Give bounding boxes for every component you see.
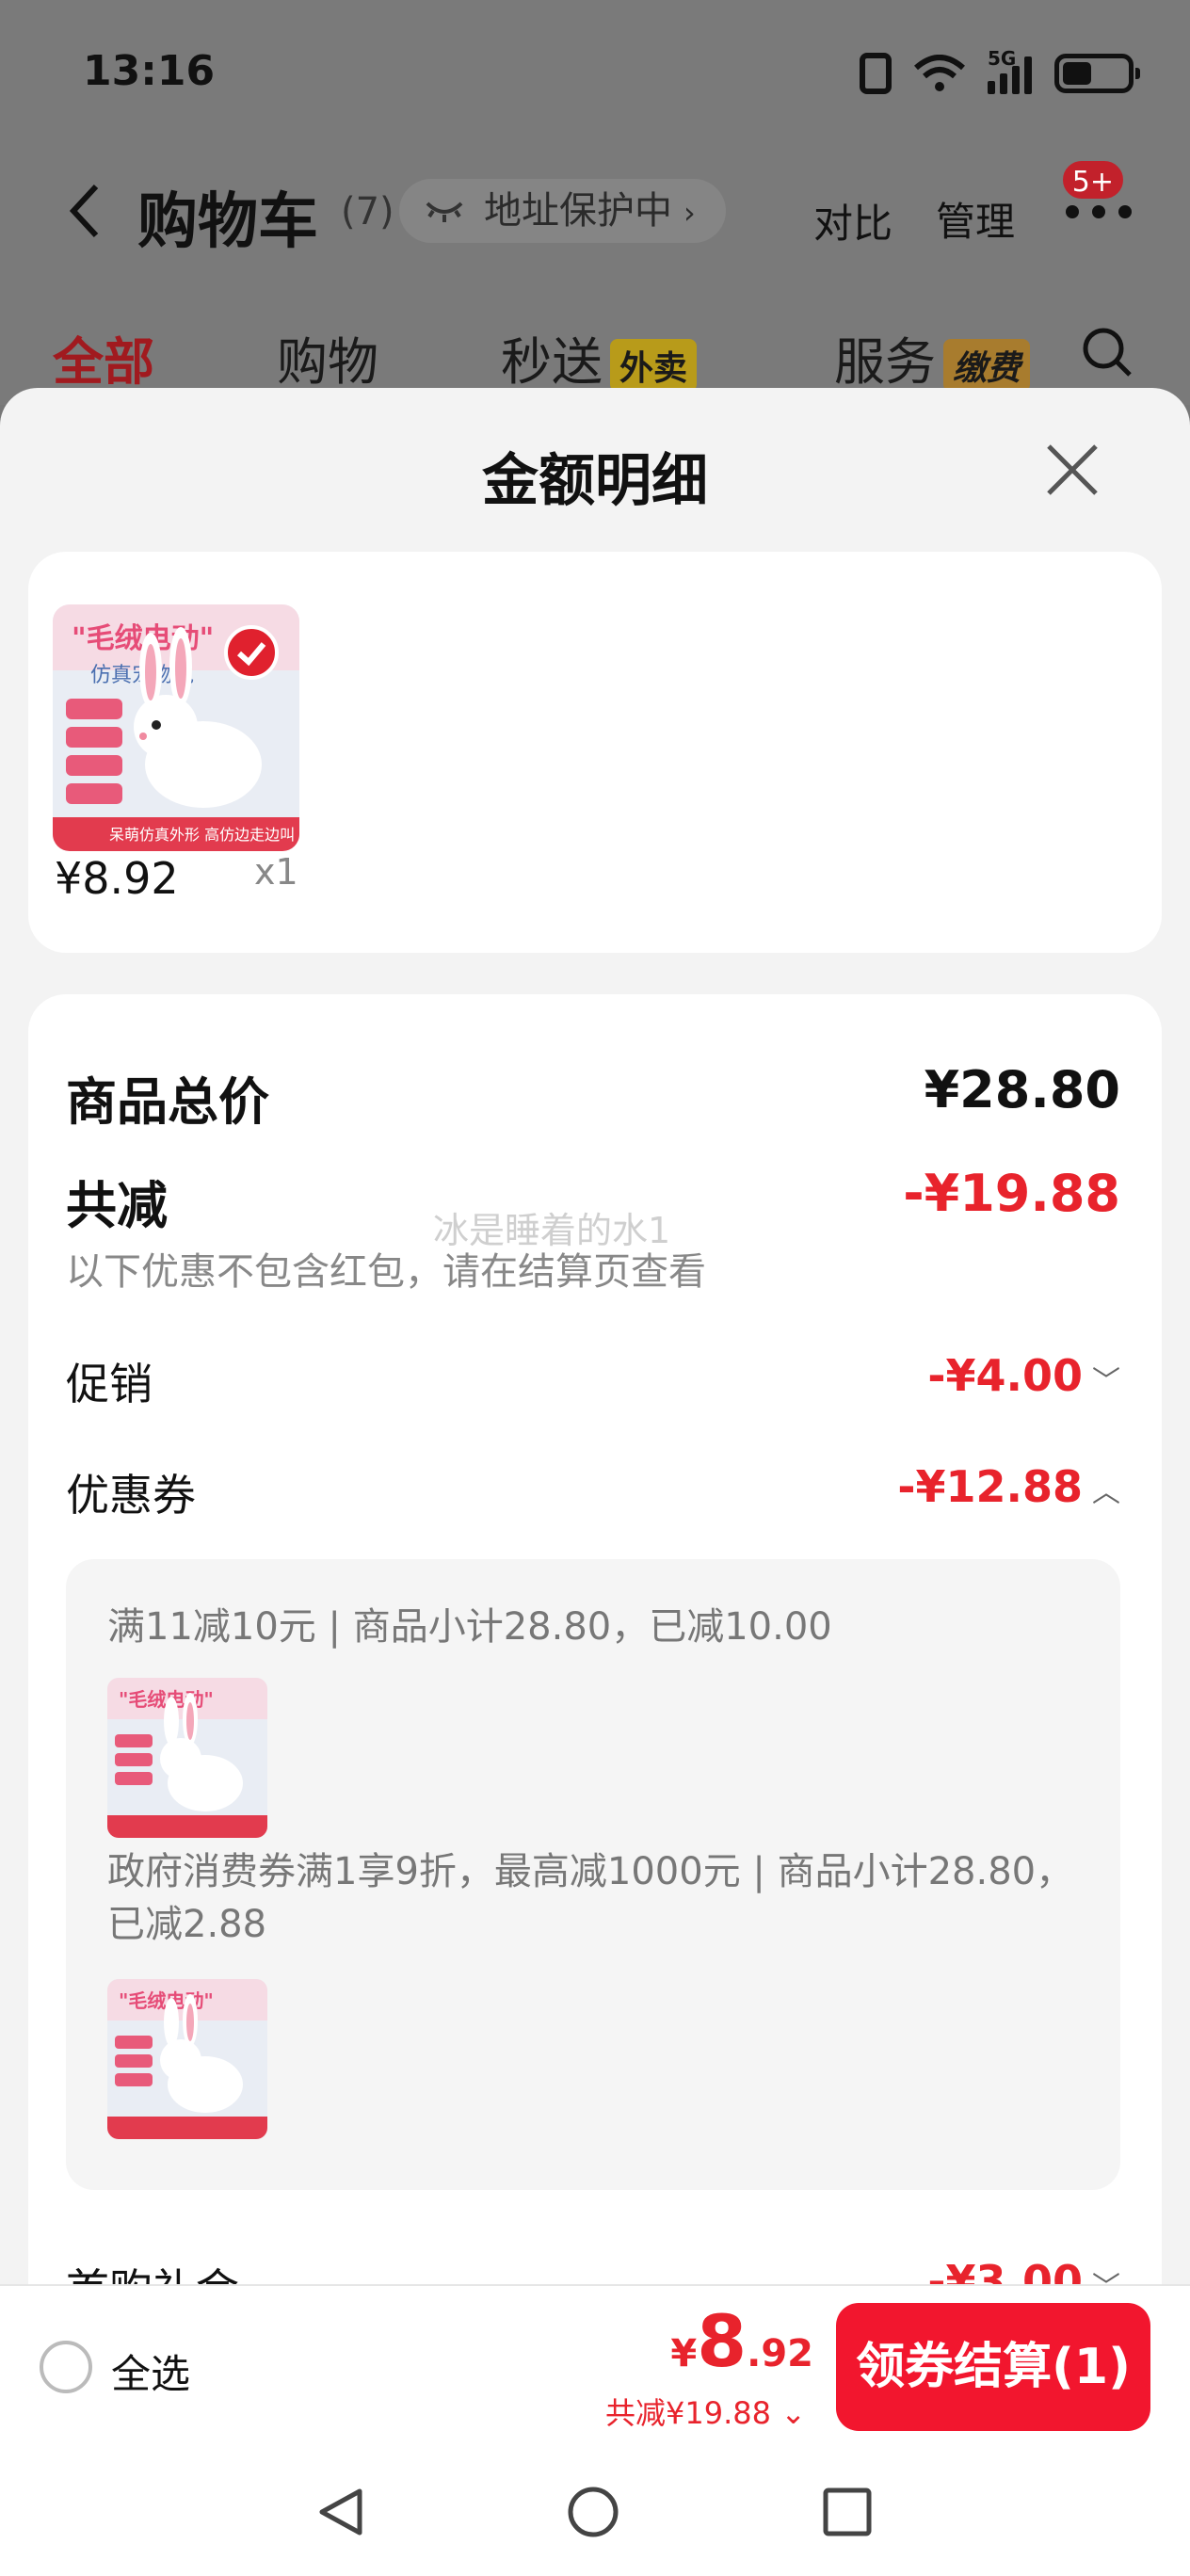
coupon-product-thumbnail: "毛绒电动" xyxy=(107,1678,267,1838)
payment-tag: 缴费 xyxy=(943,339,1031,393)
compare-button[interactable]: 对比 xyxy=(813,192,892,250)
nav-home-icon[interactable] xyxy=(567,2486,619,2538)
nav-back-icon[interactable] xyxy=(314,2486,367,2538)
signal-icon: 5G xyxy=(988,47,1032,94)
coupon-detail-2: 政府消费券满1享9折，最高减1000元 | 商品小计28.80，已减2.88 xyxy=(107,1850,1074,1946)
nav-recents-icon[interactable] xyxy=(821,2486,874,2538)
product-quantity: x1 xyxy=(254,851,298,893)
battery-icon xyxy=(1054,54,1140,93)
promo-row[interactable]: 促销 -¥4.00 ﹀ xyxy=(66,1350,1120,1409)
svg-text:呆萌仿真外形 高仿边走边叫: 呆萌仿真外形 高仿边走边叫 xyxy=(109,826,295,844)
selected-check-icon[interactable] xyxy=(224,625,279,680)
page-title: 购物车 xyxy=(137,187,318,257)
cart-count: (7) xyxy=(341,190,394,233)
total-price-value: ¥28.80 xyxy=(924,1060,1120,1119)
checkout-bar: 全选 ¥8.92 共减¥19.88 ⌄ 领券结算(1) xyxy=(0,2284,1190,2448)
address-protect-button[interactable]: 地址保护中 › xyxy=(399,179,726,243)
coupon-value: -¥12.88 xyxy=(897,1461,1083,1512)
coupon-label: 优惠券 xyxy=(66,1470,196,1521)
cart-tabs: 全部 购物 秒送 外卖 服务 缴费 xyxy=(53,320,1134,395)
total-saved-toggle[interactable]: 共减¥19.88 ⌄ xyxy=(605,2390,806,2433)
promo-value: -¥4.00 xyxy=(927,1350,1083,1401)
select-all-label[interactable]: 全选 xyxy=(111,2343,190,2400)
total-reduce-label: 共减 xyxy=(66,1176,168,1235)
search-icon[interactable] xyxy=(1081,326,1134,378)
status-time: 13:16 xyxy=(83,47,216,95)
promo-label: 促销 xyxy=(66,1359,153,1409)
total-price-label: 商品总价 xyxy=(66,1072,269,1132)
total-reduce-value: -¥19.88 xyxy=(903,1164,1120,1223)
vibrate-icon xyxy=(860,53,892,94)
amount-detail-sheet: 金额明细 "毛绒电动" 仿真宠物兔 呆萌仿真外形 高仿边走边叫 xyxy=(0,388,1190,2459)
chevron-right-icon: › xyxy=(683,195,696,231)
cart-header: 购物车 (7) 地址保护中 › 对比 管理 5+ xyxy=(66,158,1134,257)
tab-services[interactable]: 服务 缴费 xyxy=(834,320,1031,394)
manage-button[interactable]: 管理 xyxy=(936,190,1015,248)
coupon-product-thumbnail: "毛绒电动" xyxy=(107,1979,267,2139)
sheet-title: 金额明细 xyxy=(482,448,708,514)
coupon-details: 满11减10元 | 商品小计28.80，已减10.00 "毛绒电动" 政府消费券… xyxy=(66,1559,1120,2190)
product-price: ¥8.92 xyxy=(55,853,179,904)
tab-shopping[interactable]: 购物 xyxy=(277,320,378,394)
total-amount: ¥8.92 xyxy=(670,2299,813,2383)
tab-all[interactable]: 全部 xyxy=(53,320,154,394)
notification-badge: 5+ xyxy=(1059,158,1126,201)
reduce-note: 以下优惠不包含红包，请在结算页查看 xyxy=(66,1250,706,1294)
system-nav-bar xyxy=(0,2448,1190,2576)
product-card: "毛绒电动" 仿真宠物兔 呆萌仿真外形 高仿边走边叫 ¥8.92 x1 xyxy=(28,552,1162,953)
coupon-row[interactable]: 优惠券 -¥12.88 ︿ xyxy=(66,1461,1120,1521)
back-arrow-icon[interactable] xyxy=(66,183,104,239)
chevron-down-icon: ﹀ xyxy=(1092,1365,1120,1398)
total-price-row: 商品总价 ¥28.80 xyxy=(66,1060,1120,1132)
takeout-tag: 外卖 xyxy=(610,339,698,393)
chevron-down-icon: ⌄ xyxy=(780,2395,806,2431)
more-menu-button[interactable] xyxy=(1066,205,1134,220)
tab-instant-delivery[interactable]: 秒送 外卖 xyxy=(501,320,698,394)
wifi-icon xyxy=(914,55,965,91)
chevron-up-icon: ︿ xyxy=(1092,1476,1120,1509)
status-bar: 13:16 5G xyxy=(83,47,1140,104)
coupon-detail-1: 满11减10元 | 商品小计28.80，已减10.00 xyxy=(107,1605,832,1649)
close-icon[interactable] xyxy=(1045,443,1100,497)
cart-page-background: 13:16 5G 购物车 (7) 地址保护中 › 对比 管理 5+ 全部 购物 … xyxy=(0,0,1190,405)
price-breakdown-card: 商品总价 ¥28.80 共减 -¥19.88 冰是睡着的水1 以下优惠不包含红包… xyxy=(28,994,1162,2459)
reduce-note-row: 以下优惠不包含红包，请在结算页查看 xyxy=(66,1241,1120,1294)
address-protect-label: 地址保护中 xyxy=(484,189,672,233)
select-all-radio[interactable] xyxy=(40,2341,92,2393)
checkout-button[interactable]: 领券结算(1) xyxy=(836,2303,1150,2431)
eye-closed-icon xyxy=(426,201,463,222)
